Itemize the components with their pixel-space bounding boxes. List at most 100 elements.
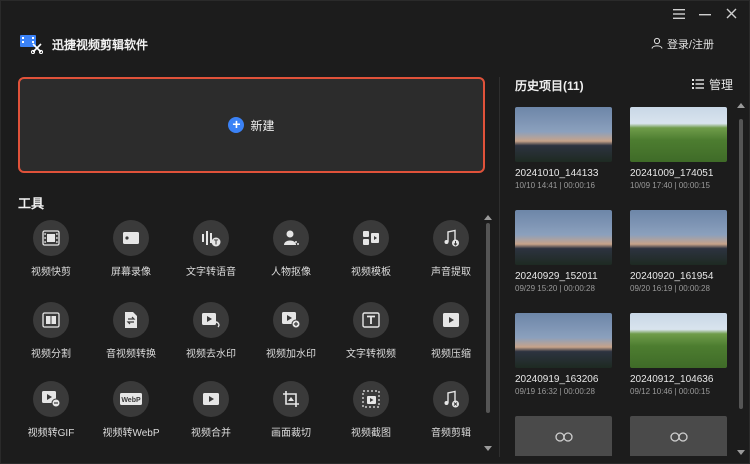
menu-icon[interactable] <box>669 5 689 23</box>
new-project-label: 新建 <box>250 118 275 133</box>
history-thumbnail <box>630 107 727 162</box>
tool-video-to-webp[interactable]: WebP 视频转WebP <box>95 381 167 439</box>
text-to-video-icon <box>353 302 389 338</box>
tool-label: 屏幕录像 <box>111 267 151 278</box>
tool-label: 视频合并 <box>191 428 231 439</box>
history-item[interactable]: 20240920_161954 09/20 16:19 | 00:00:28 <box>630 210 727 293</box>
new-project-button[interactable]: + 新建 <box>18 77 485 173</box>
tool-label: 视频转GIF <box>27 428 75 439</box>
history-title: 历史项目(11) <box>515 79 584 93</box>
tool-video-screenshot[interactable]: 视频截图 <box>335 381 407 439</box>
webp-icon: WebP <box>113 381 149 417</box>
close-icon[interactable] <box>721 5 741 23</box>
history-item-meta: 09/12 10:46 | 00:00:15 <box>630 387 710 396</box>
history-item[interactable] <box>630 416 727 456</box>
tool-text-to-speech[interactable]: T 文字转语音 <box>175 220 247 278</box>
tool-label: 音视频转换 <box>106 349 156 360</box>
video-placeholder-icon <box>554 431 573 442</box>
scroll-up-icon[interactable] <box>484 215 492 220</box>
tool-person-cutout[interactable]: 人物抠像 <box>255 220 327 278</box>
history-item-meta: 10/10 14:41 | 00:00:16 <box>515 181 595 190</box>
tool-label: 视频压缩 <box>431 349 471 360</box>
scroll-down-icon[interactable] <box>484 446 492 451</box>
app-title: 迅捷视频剪辑软件 <box>52 38 149 52</box>
tool-add-watermark[interactable]: 视频加水印 <box>255 302 327 360</box>
tools-title: 工具 <box>18 196 45 211</box>
tool-audio-extract[interactable]: 声音提取 <box>415 220 487 278</box>
tool-label: 画面裁切 <box>271 428 311 439</box>
tool-video-split[interactable]: 视频分割 <box>15 302 87 360</box>
history-item-name: 20241009_174051 <box>630 168 714 179</box>
history-item-meta: 09/20 16:19 | 00:00:28 <box>630 284 710 293</box>
tool-video-to-gif[interactable]: 视频转GIF <box>15 381 87 439</box>
history-item[interactable]: 20240912_104636 09/12 10:46 | 00:00:15 <box>630 313 727 396</box>
tool-label: 视频加水印 <box>266 349 316 360</box>
tool-video-quick-cut[interactable]: 视频快剪 <box>15 220 87 278</box>
history-item-meta: 10/09 17:40 | 00:00:15 <box>630 181 710 190</box>
tools-scrollbar[interactable] <box>484 213 492 453</box>
tool-label: 文字转语音 <box>186 267 236 278</box>
list-icon <box>691 78 704 92</box>
history-item[interactable] <box>515 416 612 456</box>
history-thumbnail <box>630 313 727 368</box>
login-button[interactable]: 登录/注册 <box>651 36 714 52</box>
tool-av-convert[interactable]: 音视频转换 <box>95 302 167 360</box>
user-icon <box>651 37 663 52</box>
crop-icon <box>273 381 309 417</box>
minimize-icon[interactable] <box>695 5 715 23</box>
tool-label: 文字转视频 <box>346 349 396 360</box>
app-window: 迅捷视频剪辑软件 登录/注册 + 新建 工具 视频快剪 屏幕录像 T 文字转语音… <box>0 0 750 464</box>
gif-icon <box>33 381 69 417</box>
music-extract-icon <box>433 220 469 256</box>
tool-label: 视频截图 <box>351 428 391 439</box>
tool-crop[interactable]: 画面裁切 <box>255 381 327 439</box>
history-item-name: 20240920_161954 <box>630 271 714 282</box>
add-watermark-icon <box>273 302 309 338</box>
video-placeholder-icon <box>669 431 688 442</box>
tool-label: 视频快剪 <box>31 267 71 278</box>
compress-icon <box>433 302 469 338</box>
history-scrollbar[interactable] <box>737 101 745 457</box>
tool-video-template[interactable]: 视频模板 <box>335 220 407 278</box>
history-item-name: 20240912_104636 <box>630 374 714 385</box>
scrollbar-thumb[interactable] <box>739 119 743 409</box>
audio-edit-icon <box>433 381 469 417</box>
history-item[interactable]: 20241009_174051 10/09 17:40 | 00:00:15 <box>630 107 727 190</box>
app-logo <box>19 32 44 55</box>
login-label: 登录/注册 <box>666 39 714 51</box>
history-thumbnail <box>515 107 612 162</box>
convert-icon <box>113 302 149 338</box>
history-thumbnail <box>515 416 612 456</box>
tool-label: 音频剪辑 <box>431 428 471 439</box>
merge-icon <box>193 381 229 417</box>
tool-label: 声音提取 <box>431 267 471 278</box>
scroll-down-icon[interactable] <box>737 450 745 455</box>
history-item-name: 20240929_152011 <box>515 271 598 282</box>
tool-label: 视频分割 <box>31 349 71 360</box>
tool-video-compress[interactable]: 视频压缩 <box>415 302 487 360</box>
history-item[interactable]: 20240929_152011 09/29 15:20 | 00:00:28 <box>515 210 612 293</box>
panel-divider <box>499 77 500 457</box>
tool-screen-record[interactable]: 屏幕录像 <box>95 220 167 278</box>
history-item-meta: 09/29 15:20 | 00:00:28 <box>515 284 595 293</box>
tool-text-to-video[interactable]: 文字转视频 <box>335 302 407 360</box>
split-icon <box>33 302 69 338</box>
screenshot-icon <box>353 381 389 417</box>
history-item-name: 20240919_163206 <box>515 374 599 385</box>
scroll-up-icon[interactable] <box>737 103 745 108</box>
history-thumbnail <box>630 210 727 265</box>
history-thumbnail <box>630 416 727 456</box>
manage-button[interactable]: 管理 <box>691 76 733 93</box>
history-item[interactable]: 20240919_163206 09/19 16:32 | 00:00:28 <box>515 313 612 396</box>
remove-watermark-icon <box>193 302 229 338</box>
tool-video-merge[interactable]: 视频合并 <box>175 381 247 439</box>
tool-label: 视频去水印 <box>186 349 236 360</box>
tool-label: 人物抠像 <box>271 267 311 278</box>
svg-text:T: T <box>214 240 219 247</box>
scrollbar-thumb[interactable] <box>486 223 490 413</box>
tool-remove-watermark[interactable]: 视频去水印 <box>175 302 247 360</box>
tool-audio-edit[interactable]: 音频剪辑 <box>415 381 487 439</box>
history-item[interactable]: 20241010_144133 10/10 14:41 | 00:00:16 <box>515 107 612 190</box>
text-to-speech-icon: T <box>193 220 229 256</box>
manage-label: 管理 <box>708 78 733 92</box>
